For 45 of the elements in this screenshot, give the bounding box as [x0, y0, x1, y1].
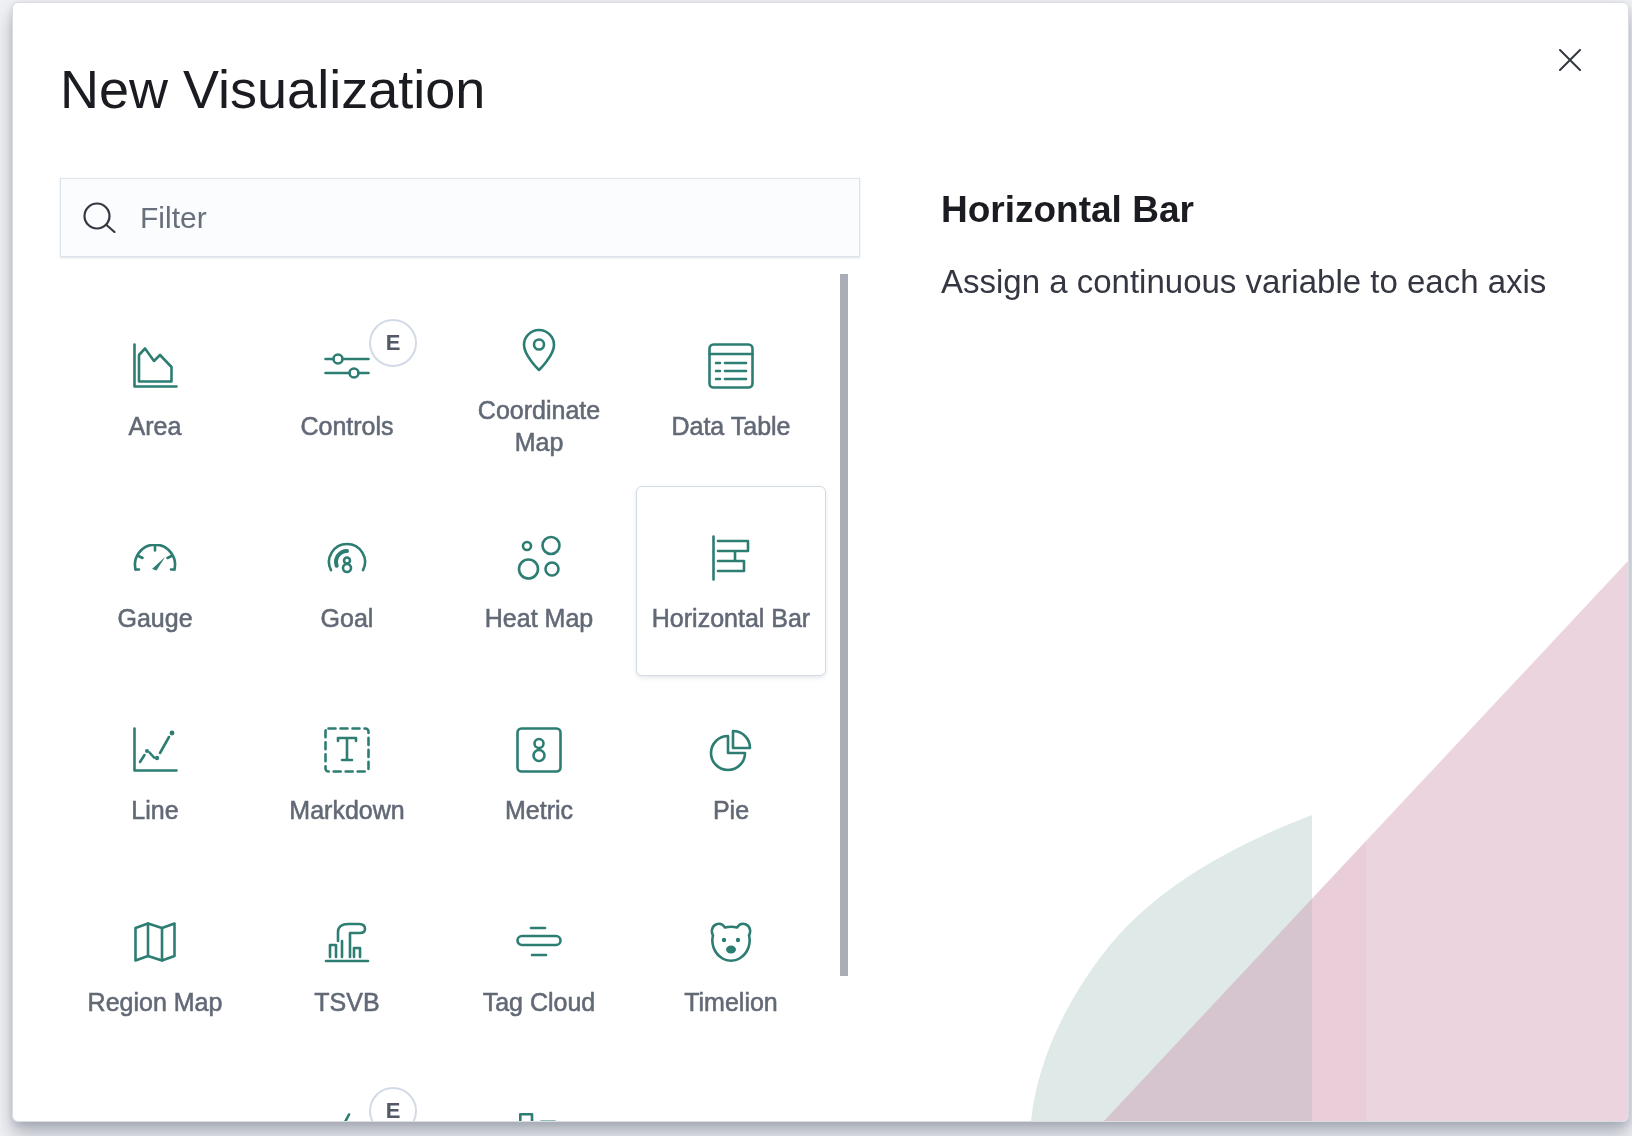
visualization-option[interactable]: Tag Cloud: [444, 870, 634, 1060]
bear-icon: [709, 921, 753, 963]
circles-icon: [516, 535, 562, 581]
visualization-option[interactable]: Line: [60, 678, 250, 868]
area-chart-icon: [132, 343, 178, 389]
visualization-option[interactable]: E Controls: [252, 294, 442, 484]
dialog-title: New Visualization: [60, 58, 486, 121]
visualization-option[interactable]: Pie: [636, 678, 826, 868]
selected-type-title: Horizontal Bar: [941, 188, 1195, 232]
visualization-option[interactable]: Data Table: [636, 294, 826, 484]
scrollbar-thumb[interactable]: [840, 274, 848, 976]
dial-icon: [326, 541, 368, 575]
bar-chart-icon: [519, 1113, 559, 1121]
visualization-option[interactable]: Horizontal Bar: [636, 486, 826, 676]
visualization-option[interactable]: Region Map: [60, 870, 250, 1060]
visualization-option[interactable]: Heat Map: [444, 486, 634, 676]
visualization-option[interactable]: Timelion: [636, 870, 826, 1060]
visualization-option[interactable]: Gauge: [60, 486, 250, 676]
selected-type-description: Assign a continuous variable to each axis: [941, 262, 1548, 302]
experimental-badge: E: [369, 1087, 417, 1121]
text-lines-icon: [516, 926, 562, 958]
table-icon: [708, 343, 754, 389]
visualization-option[interactable]: TSVB: [252, 870, 442, 1060]
number-box-icon: [516, 727, 562, 773]
line-icon: [343, 1113, 351, 1121]
visualization-option[interactable]: Area: [60, 294, 250, 484]
line-chart-icon: [132, 727, 178, 773]
horizontal-bar-chart-icon: [711, 535, 751, 581]
visualization-option[interactable]: Markdown: [252, 678, 442, 868]
folded-map-icon: [134, 922, 176, 962]
close-button[interactable]: [1559, 49, 1581, 71]
pie-chart-icon: [709, 728, 753, 772]
visualization-option[interactable]: Goal: [252, 486, 442, 676]
visualization-option[interactable]: E: [252, 1062, 442, 1121]
experimental-badge: E: [369, 319, 417, 367]
search-icon: [83, 202, 116, 233]
sliders-icon: [324, 351, 370, 381]
filter-field[interactable]: Filter: [60, 178, 860, 257]
map-pin-icon: [521, 328, 557, 372]
visualization-option[interactable]: Metric: [444, 678, 634, 868]
chart-icon: [324, 921, 370, 963]
gauge-icon: [132, 544, 178, 572]
visualization-option[interactable]: Coordinate Map: [444, 294, 634, 484]
text-box-icon: [324, 727, 370, 773]
close-icon: [1559, 49, 1581, 71]
